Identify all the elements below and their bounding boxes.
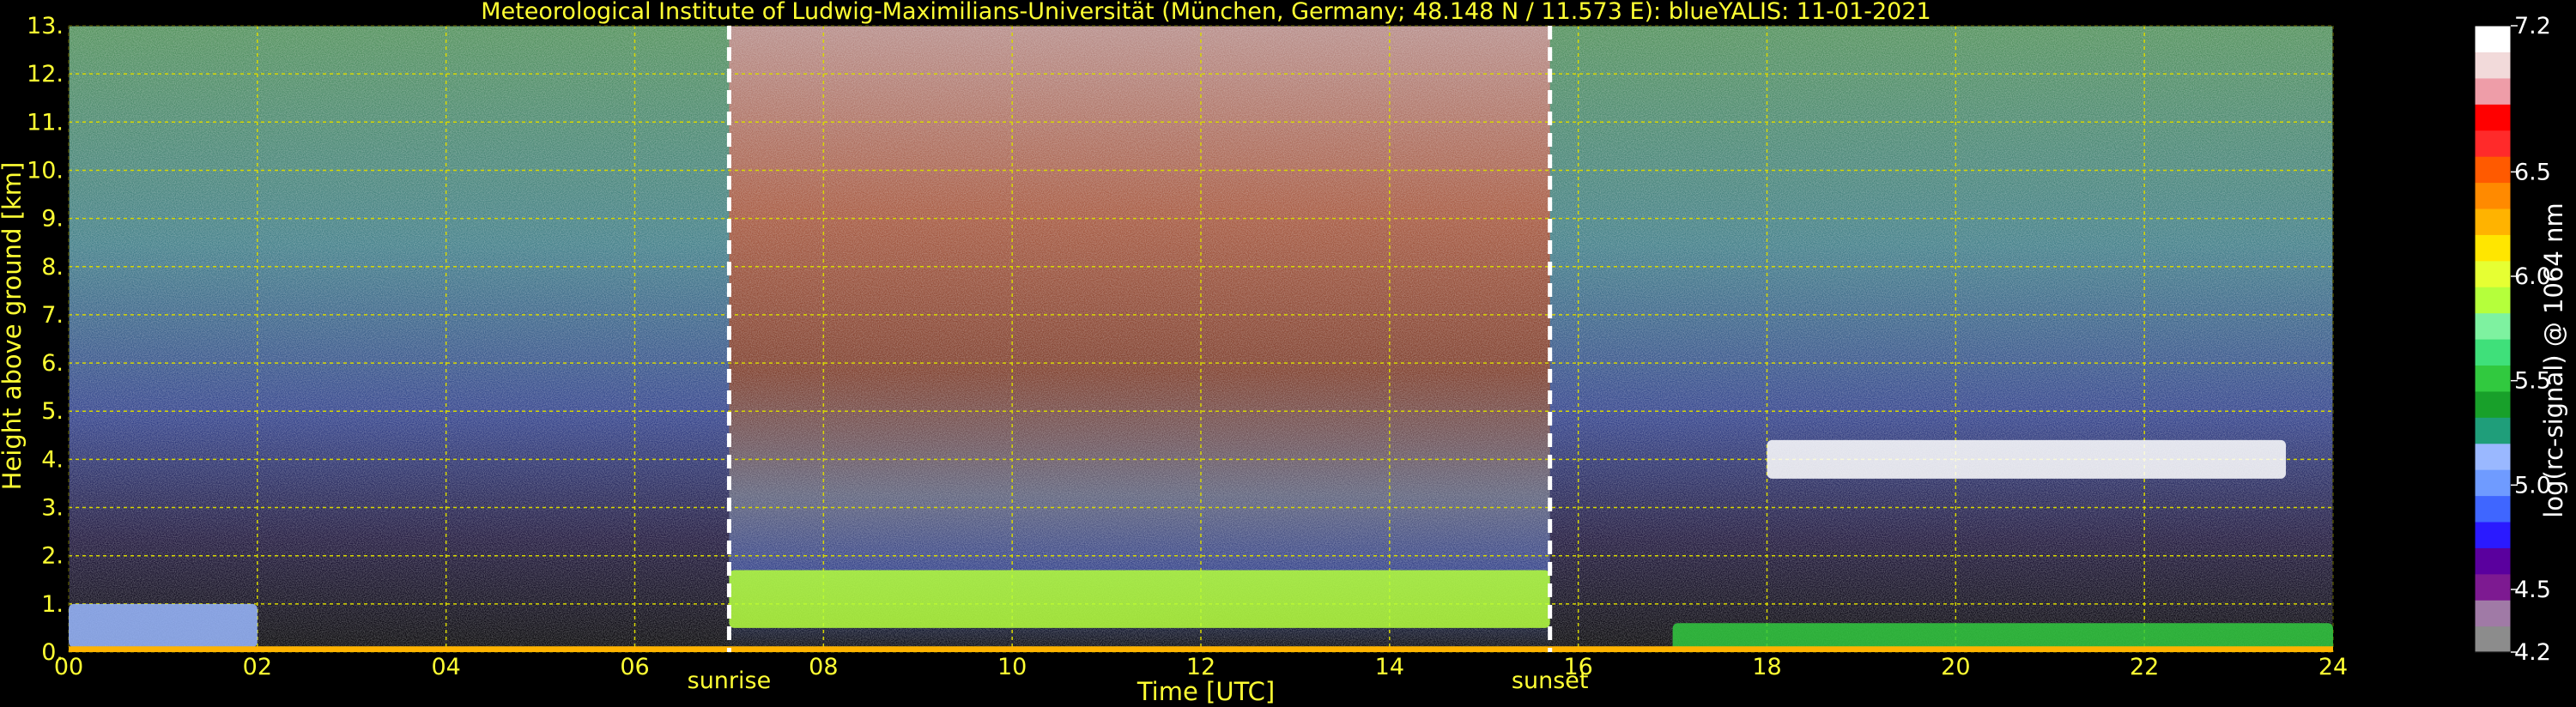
plot-area [69,26,2333,652]
colorbar-segment [2475,104,2511,131]
colorbar-segment [2475,547,2511,575]
y-tick-label: 9. [41,206,64,233]
x-tick-label: 20 [1941,654,1970,680]
surface-signal [69,646,2333,652]
colorbar-segment [2475,495,2511,523]
y-tick-label: 2. [41,543,64,570]
y-tick-label: 4. [41,446,64,473]
colorbar-segment [2475,208,2511,235]
colorbar-segment [2475,130,2511,157]
colorbar-tick-label: 4.2 [2514,639,2551,666]
x-tick-label: 14 [1375,654,1404,680]
feature-0 [69,603,258,648]
colorbar-tick-label: 6.5 [2514,159,2551,185]
colorbar-segment [2475,182,2511,209]
colorbar-segment [2475,77,2511,105]
colorbar-segment [2475,390,2511,418]
y-tick-label: 6. [41,350,64,377]
y-tick-label: 3. [41,495,64,522]
x-tick-label: 04 [431,654,460,680]
colorbar-segment [2475,521,2511,548]
marker-label-1: sunset [1512,668,1589,694]
y-tick-label: 11. [27,109,64,136]
y-tick-label: 5. [41,398,64,425]
y-tick-label: 7. [41,302,64,329]
colorbar-segment [2475,417,2511,444]
x-axis-label: Time [UTC] [1136,677,1275,706]
colorbar-segment [2475,156,2511,184]
x-tick-label: 06 [620,654,649,680]
x-tick-label: 22 [2130,654,2159,680]
marker-label-0: sunrise [688,668,772,694]
colorbar-segment [2475,234,2511,262]
y-axis-label: Height above ground [km] [0,162,27,491]
colorbar-label: log(rc-signal) @ 1064 nm [2539,202,2568,517]
colorbar-segment [2475,312,2511,340]
feature-1 [729,570,1550,628]
colorbar-segment [2475,26,2511,53]
y-tick-label: 1. [41,591,64,618]
y-tick-label: 10. [27,157,64,184]
colorbar-segment [2475,625,2511,653]
y-tick-label: 0. [41,639,64,666]
colorbar-segment [2475,260,2511,287]
colorbar-segment [2475,365,2511,392]
colorbar-segment [2475,573,2511,601]
y-tick-label: 12. [27,61,64,88]
lidar-chart: 00 02 04 06 08 10 12 14 16 18 20 22 240.1.2.3.4.5.6.… [0,0,2568,706]
colorbar-tick-label: 7.2 [2514,13,2551,39]
signal-noise [69,26,2333,652]
colorbar-segment [2475,469,2511,497]
colorbar-segment [2475,600,2511,627]
colorbar-segment [2475,51,2511,79]
chart-title: Meteorological Institute of Ludwig-Maxim… [481,0,1930,25]
y-tick-label: 13. [27,13,64,39]
colorbar-segment [2475,339,2511,366]
x-tick-label: 02 [243,654,272,680]
feature-2 [1767,439,2287,479]
x-tick-label: 08 [809,654,838,680]
x-tick-label: 24 [2318,654,2348,680]
colorbar-tick-label: 4.5 [2514,577,2551,603]
colorbar-segment [2475,287,2511,314]
x-tick-label: 18 [1752,654,1781,680]
colorbar-segment [2475,443,2511,470]
x-tick-label: 10 [997,654,1027,680]
y-tick-label: 8. [41,254,64,281]
